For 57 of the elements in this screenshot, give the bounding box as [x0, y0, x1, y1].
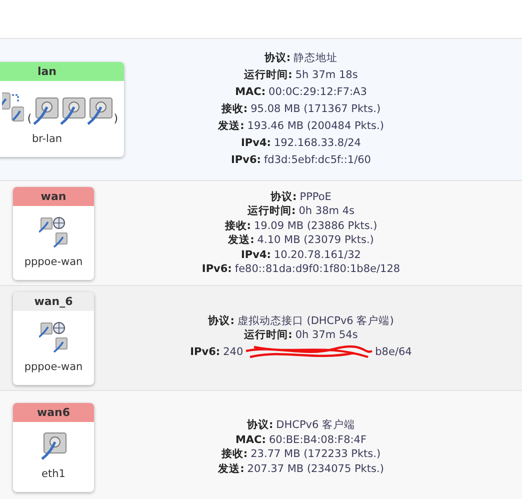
- bracket: ): [114, 112, 118, 125]
- info-value: 95.08 MB (171367 Pkts.): [250, 102, 381, 117]
- device-name: br-lan: [30, 132, 64, 147]
- info-label: IPv4:: [241, 136, 271, 151]
- info-value: 静态地址: [294, 51, 338, 66]
- ethernet-port-icon: [32, 97, 59, 125]
- info-label: IPv6:: [202, 262, 232, 276]
- info-label: 协议:: [270, 190, 297, 204]
- info-label: 运行时间:: [244, 68, 292, 83]
- info-value: fe80::81da:d9f0:1f80:1b8e/128: [234, 262, 400, 276]
- info-value: DHCPv6 客户端: [276, 418, 356, 432]
- info-label: MAC:: [235, 85, 266, 100]
- interface-name: wan_6: [13, 292, 94, 310]
- info-label: 协议:: [208, 314, 234, 328]
- ethernet-port-icon: [40, 432, 66, 460]
- interface-name: wan6: [13, 402, 94, 422]
- info-value: 19.09 MB (23886 Pkts.): [254, 218, 378, 233]
- ethernet-port-icon: [60, 97, 86, 125]
- info-value: PPPoE: [300, 190, 332, 204]
- info-label: 接收:: [221, 102, 248, 117]
- info-value: 23.77 MB (172233 Pkts.): [250, 447, 381, 462]
- interface-name: wan: [13, 186, 94, 206]
- interface-name: lan: [0, 62, 124, 81]
- bracket: (: [27, 112, 32, 125]
- info-value: 虚拟动态接口 (DHCPv6 客户端): [237, 314, 394, 328]
- info-value: 10.20.78.161/32: [274, 248, 361, 262]
- info-value: 207.37 MB (234075 Pkts.): [247, 462, 384, 476]
- info-label: IPv6:: [190, 345, 220, 360]
- device-name: pppoe-wan: [23, 254, 84, 270]
- info-value: 0h 37m 54s: [295, 328, 358, 342]
- device-name: eth1: [40, 466, 66, 482]
- device-name: pppoe-wan: [23, 360, 84, 374]
- info-label: 发送:: [218, 119, 244, 134]
- info-value: 0h 38m 4s: [298, 204, 354, 218]
- info-value: 240: [223, 345, 244, 360]
- info-label: IPv4:: [241, 248, 271, 262]
- info-value: 5h 37m 18s: [295, 68, 358, 83]
- info-label: IPv6:: [231, 153, 261, 168]
- info-label: 接收:: [221, 447, 248, 462]
- info-value: fd3d:5ebf:dc5f::1/60: [264, 153, 371, 168]
- info-label: 发送:: [218, 462, 244, 476]
- info-label: 运行时间:: [244, 328, 292, 342]
- info-value: 00:0C:29:12:F7:A3: [268, 85, 367, 100]
- info-value: 192.168.33.8/24: [274, 136, 361, 151]
- ethernet-port-icon: [86, 97, 113, 125]
- info-label: 运行时间:: [248, 204, 296, 218]
- info-value: 193.46 MB (200484 Pkts.): [247, 119, 384, 134]
- info-label: MAC:: [235, 432, 266, 447]
- info-label: 协议:: [246, 418, 274, 432]
- info-label: 发送:: [228, 233, 254, 248]
- info-label: 协议:: [264, 51, 291, 66]
- network-icon: [38, 216, 68, 248]
- info-value: b8e/64: [375, 345, 412, 360]
- info-value: 4.10 MB (23079 Pkts.): [257, 233, 374, 248]
- info-value: 60:BE:B4:08:F8:4F: [268, 432, 367, 447]
- network-icon: [38, 320, 68, 352]
- info-label: 接收:: [224, 218, 251, 233]
